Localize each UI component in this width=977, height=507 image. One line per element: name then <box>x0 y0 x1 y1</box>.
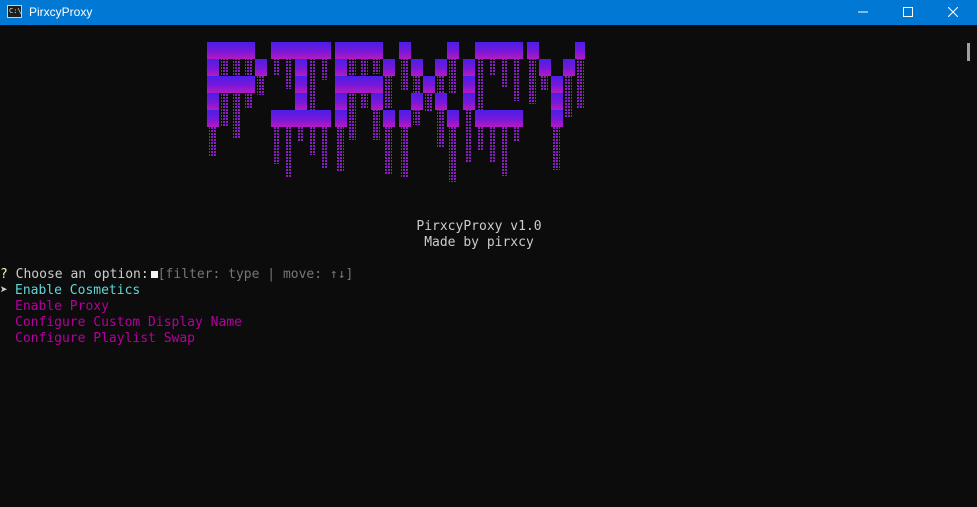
logo-drip <box>465 110 472 163</box>
logo-drip <box>273 127 280 164</box>
scrollbar-thumb[interactable] <box>967 43 970 61</box>
selection-pointer: ➤ <box>0 283 8 298</box>
logo-drip <box>233 93 240 139</box>
logo-drip <box>477 127 484 150</box>
menu-item-configure-display-name[interactable]: Configure Custom Display Name <box>15 315 242 331</box>
logo-drip <box>489 127 496 163</box>
logo-drip <box>285 59 292 89</box>
logo-drip <box>297 127 304 142</box>
logo-drip <box>373 59 380 74</box>
text-cursor <box>150 271 158 278</box>
logo-drip <box>553 127 560 170</box>
title-bar[interactable]: C:\ PirxcyProxy <box>0 0 977 25</box>
logo-drip <box>209 127 216 157</box>
logo-drip <box>449 127 456 182</box>
pirxcy-ascii-logo <box>207 42 585 182</box>
logo-drip <box>577 59 584 108</box>
menu-item-enable-cosmetics[interactable]: Enable Cosmetics <box>15 283 140 299</box>
logo-drip <box>349 93 356 140</box>
maximize-icon <box>903 7 913 17</box>
logo-drip <box>385 127 392 175</box>
logo-drip <box>449 59 456 94</box>
menu-item-configure-playlist-swap[interactable]: Configure Playlist Swap <box>15 331 195 347</box>
prompt-hint: [filter: type | move: ↑↓] <box>157 267 354 282</box>
icon-glyph: C:\ <box>9 7 22 15</box>
logo-drip <box>477 59 484 110</box>
menu-item-enable-proxy[interactable]: Enable Proxy <box>15 299 109 315</box>
logo-drip <box>321 59 328 80</box>
logo-drip <box>321 127 328 168</box>
logo-drip <box>221 93 228 126</box>
close-button[interactable] <box>930 0 976 25</box>
logo-drip <box>373 110 380 140</box>
logo-drip <box>513 59 520 101</box>
logo-drip <box>425 93 432 112</box>
maximize-button[interactable] <box>885 0 931 25</box>
question-mark: ? <box>0 267 8 282</box>
logo-letter <box>271 42 331 127</box>
logo-drip <box>361 93 368 105</box>
logo-drip <box>285 127 292 177</box>
logo-drip <box>245 93 252 104</box>
minimize-icon <box>858 11 868 13</box>
logo-drip <box>541 76 548 91</box>
logo-drip <box>401 127 408 178</box>
version-line: PirxcyProxy v1.0 <box>416 219 542 234</box>
window-title: PirxcyProxy <box>29 5 93 19</box>
logo-drip <box>529 59 536 104</box>
prompt-line: ? Choose an option: [filter: type | move:… <box>0 267 353 283</box>
author-line: Made by pirxcy <box>424 235 534 250</box>
close-icon <box>948 7 958 17</box>
logo-drip <box>337 127 344 171</box>
logo-drip <box>501 127 508 176</box>
logo-drip <box>257 76 264 95</box>
logo-drip <box>501 59 508 88</box>
prompt-label: Choose an option: <box>15 267 149 282</box>
logo-drip <box>309 59 316 115</box>
logo-drip <box>437 110 444 147</box>
logo-drip <box>309 127 316 155</box>
logo-drip <box>565 76 572 117</box>
logo-drip <box>385 76 392 109</box>
vertical-scrollbar[interactable] <box>963 26 977 507</box>
logo-drip <box>401 59 408 90</box>
logo-drip <box>489 59 496 75</box>
console-app-icon[interactable]: C:\ <box>7 5 22 18</box>
logo-drip <box>513 127 520 141</box>
minimize-button[interactable] <box>840 0 886 25</box>
logo-drip <box>273 59 280 76</box>
logo-drip <box>413 110 420 121</box>
